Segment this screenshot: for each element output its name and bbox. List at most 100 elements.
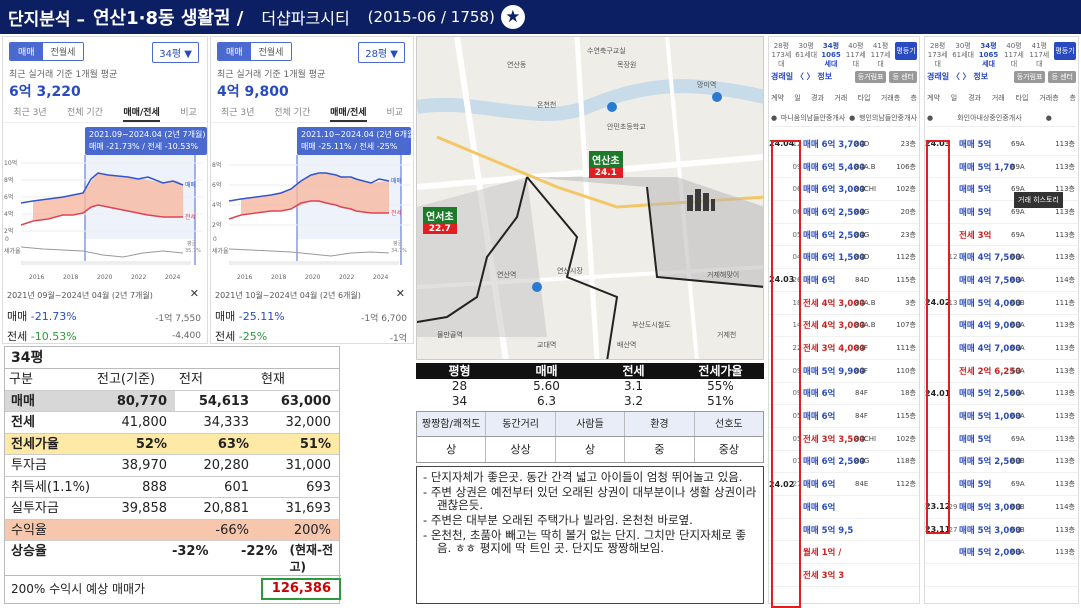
tab-all[interactable]: 전체 기간 (274, 105, 310, 122)
tx-price: 매매 6억 (803, 389, 836, 400)
tab-3y[interactable]: 최근 3년 (13, 105, 46, 122)
tx-price: 매매 4억 7,500 (959, 275, 1022, 286)
tab-sale[interactable]: 매매 (218, 43, 251, 60)
tx-floor: 114층 (1055, 502, 1075, 511)
tooltip-change: 매매 -21.73% / 전세 -10.53% (89, 142, 199, 151)
avg-label: 최근 실거래 기준 1개월 평균 (217, 70, 326, 80)
trade-type-toggle[interactable]: 매매 전월세 (9, 42, 85, 61)
target-price-row: 200% 수익시 예상 매매가 126,386 (5, 575, 341, 601)
center-button[interactable]: 등 센터 (1048, 71, 1076, 83)
tx-type: 84G (855, 207, 870, 216)
size-label: 41평 (1031, 42, 1047, 50)
xtick: 2016 (237, 274, 252, 281)
tx-floor: 113층 (1055, 434, 1075, 443)
avg-label: 최근 실거래 기준 1개월 평균 (9, 70, 118, 80)
center-button[interactable]: 등 센터 (889, 71, 917, 83)
tab-sale[interactable]: 매매 (10, 43, 43, 60)
size-tab[interactable]: 40평 117세대 (843, 39, 868, 68)
size-tab[interactable]: 30평 61세대 (794, 39, 819, 65)
agent-name[interactable]: 화인아내상중인중개사 (957, 113, 1021, 123)
school-pin-yeonsan[interactable]: 연산초 24.1 (589, 151, 623, 178)
tx-floor: 23층 (900, 230, 916, 239)
size-tab[interactable]: 34평 1065세대 (976, 39, 1001, 68)
jeonse-label: 전세 (215, 330, 236, 343)
tx-price: 매매 6억 2,500 (803, 457, 866, 468)
tab-rent[interactable]: 전월세 (250, 43, 292, 60)
chart-button[interactable]: 등거림표 (1013, 71, 1046, 83)
tab-sale-jeonse[interactable]: 매매/전세 (330, 105, 367, 122)
pin-value: 22.7 (423, 224, 457, 234)
agent-avatar: ● (927, 113, 934, 122)
map-label: 목장원 (617, 60, 636, 69)
tab-compare[interactable]: 비교 (386, 105, 403, 122)
size-tab[interactable]: 40평 117세대 (1001, 39, 1026, 68)
tx-type: 84D (855, 253, 870, 262)
tx-floor: 113층 (1055, 548, 1075, 557)
xtick: 2018 (63, 274, 78, 281)
register-button[interactable]: 평등기 (894, 42, 917, 60)
tab-sale-jeonse[interactable]: 매매/전세 (123, 105, 160, 122)
table-row: 전세 41,800 34,333 32,000 (5, 412, 339, 434)
tx-floor: 106층 (896, 162, 916, 171)
size-tab[interactable]: 28평 173세대 (769, 39, 794, 68)
school-pin-yeonseo[interactable]: 연서초 22.7 (423, 207, 457, 234)
map-label: 거제천 (717, 330, 736, 339)
tx-floor: 113층 (1055, 139, 1075, 148)
size-tab[interactable]: 30평 61세대 (950, 39, 975, 65)
tx-type: 84A.B (855, 162, 876, 171)
size-label: 40평 (1006, 42, 1022, 50)
legend-avg: 평균 (187, 240, 197, 247)
tx-type: 69B (1011, 298, 1025, 307)
tab-rent[interactable]: 전월세 (42, 43, 84, 60)
tab-3y[interactable]: 최근 3년 (221, 105, 254, 122)
header-cell: 동간거리 (486, 412, 556, 436)
cell: -66% (215, 522, 249, 538)
highlight-box (926, 140, 950, 534)
close-icon[interactable]: ✕ (396, 287, 405, 300)
table-row: 28 5.60 3.1 55% (416, 379, 764, 394)
tx-type: 69A (1011, 321, 1025, 330)
tx-price: 전세 4억 3,000 (803, 321, 866, 332)
size-tab[interactable]: 41평 117세대 (1027, 39, 1052, 68)
tx-floor: 113층 (1055, 230, 1075, 239)
map-label: 배산역 (617, 340, 636, 349)
cell: 투자금 (11, 458, 47, 473)
size-tab[interactable]: 41평 117세대 (868, 39, 893, 68)
chart-button[interactable]: 등거림표 (854, 71, 887, 83)
size-select[interactable]: 28평 ▼ (358, 42, 405, 63)
size-tab[interactable]: 34평 1065세대 (819, 39, 844, 68)
location-map[interactable]: 수연축구교실 목장원 연산동 온천천 망미역 안민초등학교 연산역 물만골역 연… (416, 36, 764, 360)
sale-label: 매매 (7, 310, 28, 323)
tab-compare[interactable]: 비교 (180, 105, 197, 122)
register-button[interactable]: 평등기 (1054, 42, 1077, 60)
size-tab[interactable]: 28평 173세대 (925, 39, 950, 68)
tx-price: 전세 4억 3,000 (803, 298, 866, 309)
column-header: 타입 (1015, 94, 1029, 102)
column-header: 계약 (771, 94, 784, 102)
header-cell: 구분 (9, 372, 33, 387)
agent-name[interactable]: 마니움의남들안중개사 (781, 113, 845, 123)
tx-price: 전세 3억 (959, 230, 992, 241)
jeonse-label: 전세 (7, 330, 28, 343)
size-label: 34평 (822, 42, 840, 50)
cell: 55% (707, 379, 734, 393)
note-text: 단지자체가 좋은곳. 동간 간격 넓고 아이들이 엄청 뛰어놀고 있음. (430, 470, 743, 484)
tx-type: 69B (1011, 525, 1025, 534)
close-icon[interactable]: ✕ (190, 287, 199, 300)
tx-price: 매매 6억 1,500 (803, 253, 866, 264)
tooltip-period: 2021.09~2024.04 (2년 7개월) (89, 130, 206, 139)
tab-all[interactable]: 전체 기간 (67, 105, 103, 122)
transaction-row[interactable] (925, 564, 1078, 587)
agent-name[interactable]: 행인의남들안중개사 (859, 113, 917, 123)
table-row: 상승율 -32% -22% (현재-전고) (5, 541, 339, 574)
header-cell: 전세가율 (698, 364, 743, 378)
table-row: 투자금 38,970 20,280 31,000 (5, 455, 339, 477)
transaction-row[interactable]: 매매 5억 2,000 69A 113층 (925, 541, 1078, 565)
legend-jeonse: 전세 (391, 209, 402, 217)
size-select[interactable]: 34평 ▼ (152, 42, 199, 63)
xtick: 2022 (339, 274, 354, 281)
header-title: 단지분석 – (8, 9, 85, 30)
trade-type-toggle[interactable]: 매매 전월세 (217, 42, 293, 61)
cell: 상 (556, 437, 626, 462)
cell: 31,693 (285, 501, 332, 516)
